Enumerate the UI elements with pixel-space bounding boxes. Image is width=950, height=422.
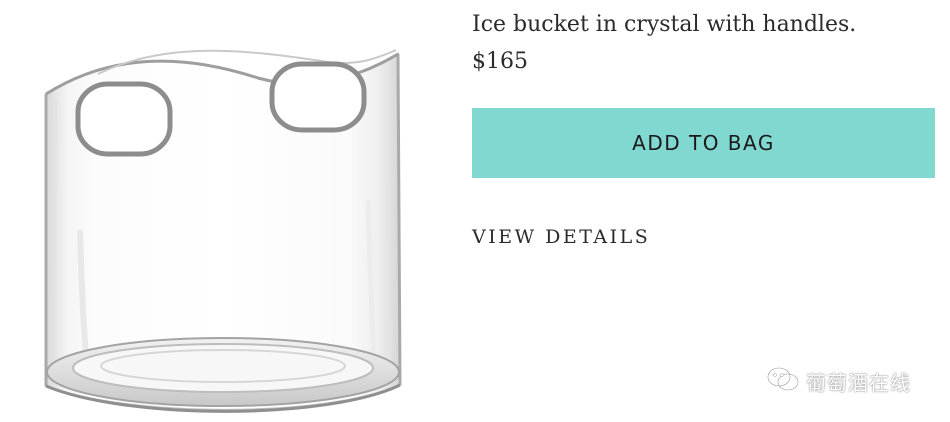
wechat-icon	[766, 365, 800, 398]
view-details-link[interactable]: VIEW DETAILS	[472, 224, 650, 250]
product-image[interactable]	[28, 0, 440, 422]
add-to-bag-button[interactable]: ADD TO BAG	[472, 108, 935, 178]
watermark: 葡萄酒在线	[766, 366, 911, 396]
ice-bucket-icon	[44, 49, 402, 413]
product-price: $165	[472, 49, 528, 74]
watermark-text: 葡萄酒在线	[806, 370, 911, 395]
product-title: Ice bucket in crystal with handles.	[472, 12, 857, 37]
product-page: Ice bucket in crystal with handles. $165…	[0, 0, 950, 422]
